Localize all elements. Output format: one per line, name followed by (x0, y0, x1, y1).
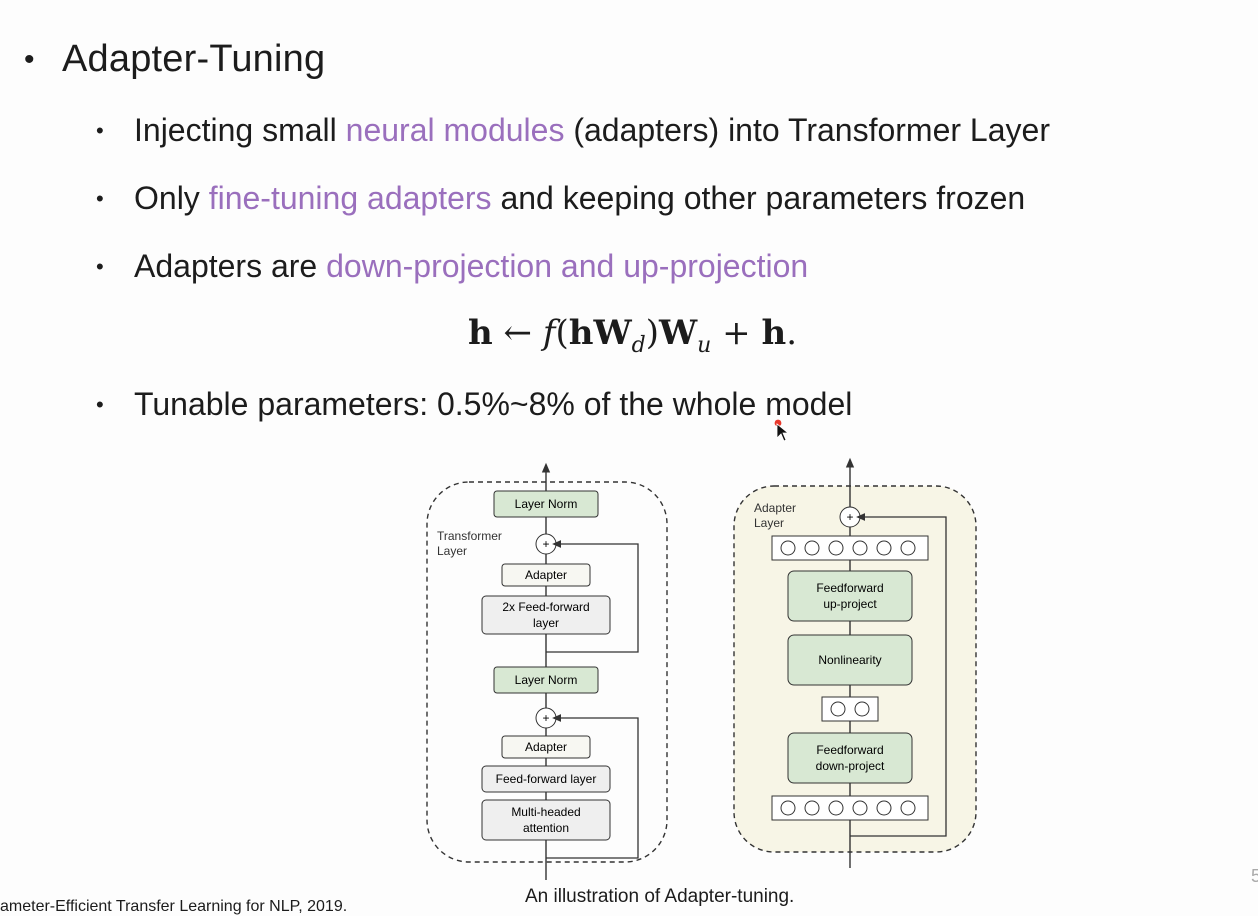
transformer-layer-label: Layer (437, 544, 467, 558)
adapter-figure: Transformer Layer Layer Norm + Adapter 2… (426, 457, 977, 880)
adapter-top-label: Adapter (525, 568, 567, 582)
ff-up-project-box (787, 570, 913, 622)
ff-2x-label: 2x Feed-forward (502, 600, 589, 614)
ff-down-project-box (787, 732, 913, 784)
mha-label: attention (523, 821, 569, 835)
ff-up-project-label: Feedforward (816, 581, 883, 595)
adapter-bottom-label: Adapter (525, 740, 567, 754)
layer-norm-top-label: Layer Norm (515, 497, 578, 511)
layer-norm-bottom-label: Layer Norm (515, 673, 578, 687)
ff-down-project-label: Feedforward (816, 743, 883, 757)
mha-label: Multi-headed (511, 805, 580, 819)
citation-footer: ameter-Efficient Transfer Learning for N… (0, 898, 348, 915)
plus-label: + (542, 537, 549, 551)
ff-down-project-label: down-project (816, 759, 885, 773)
adapter-layer-diagram: Adapter Layer + Feedforward up-project N… (733, 457, 977, 868)
ff-2x-label: layer (533, 616, 559, 630)
ff-layer-label: Feed-forward layer (496, 772, 597, 786)
transformer-layer-diagram: Transformer Layer Layer Norm + Adapter 2… (426, 462, 668, 880)
bottleneck-neurons-box (821, 696, 879, 722)
nonlinearity-label: Nonlinearity (818, 653, 881, 667)
transformer-layer-label: Transformer (437, 529, 502, 543)
plus-label: + (542, 711, 549, 725)
plus-label: + (846, 510, 853, 524)
adapter-layer-label: Layer (754, 516, 784, 530)
figure-caption: An illustration of Adapter-tuning. (525, 886, 795, 907)
ff-up-project-label: up-project (823, 597, 877, 611)
adapter-layer-label: Adapter (754, 501, 796, 515)
page-number: 5 (1251, 866, 1258, 886)
